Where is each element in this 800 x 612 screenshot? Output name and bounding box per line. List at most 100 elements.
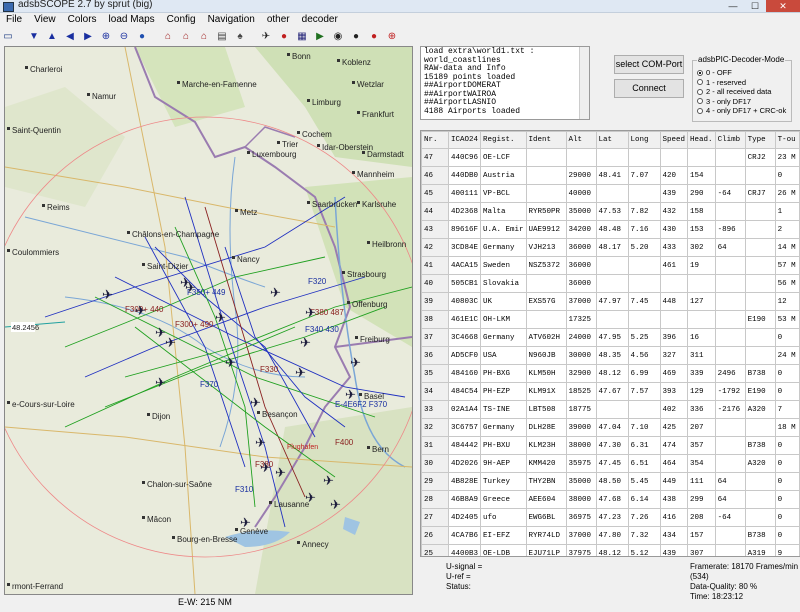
map-canvas[interactable]: Charleroi Koblenz Marche-en-Famenne Wetzlar… xyxy=(5,47,412,594)
table-row[interactable]: 28 46B8A9 Greece AEE604 38000 47.68 6.14 438 299… xyxy=(421,490,800,509)
table-row[interactable]: 29 4B828E Turkey THY2BN 35000 48.50 5.45 449 111… xyxy=(421,472,800,491)
aircraft-icon[interactable]: ✈ xyxy=(240,515,251,530)
column-header[interactable]: Ident xyxy=(525,131,567,149)
arrow-left-icon[interactable]: ◀ xyxy=(62,28,78,44)
aircraft-icon[interactable]: ✈ xyxy=(250,395,261,410)
circle-icon[interactable]: ● xyxy=(348,28,364,44)
globe-icon[interactable]: ● xyxy=(134,28,150,44)
table-row[interactable]: 40 505CB1 Slovakia 36000 56 M xyxy=(421,274,800,293)
aircraft-icon[interactable]: ✈ xyxy=(270,285,281,300)
aircraft-table[interactable]: Nr. ICAO24 Regist. Ident Alt Lat Long Speed Head… xyxy=(420,130,800,557)
filter-icon[interactable]: ◉ xyxy=(330,28,346,44)
airport-icon[interactable]: ⌂ xyxy=(160,28,176,44)
decoder-mode-option[interactable]: 0 - OFF xyxy=(697,68,786,78)
column-header[interactable]: Lat xyxy=(595,131,629,149)
close-button[interactable]: ✕ xyxy=(766,0,800,12)
arrow-up-icon[interactable]: ▼ xyxy=(26,28,42,44)
arrow-down-icon[interactable]: ▲ xyxy=(44,28,60,44)
table-row[interactable]: 33 02A1A4 TS-INE LBT508 18775 402 336 -2176 A320… xyxy=(421,400,800,419)
table-row[interactable]: 30 4D2026 9H-AEP KMM420 35975 47.45 6.51 464 354… xyxy=(421,454,800,473)
menu-navigation[interactable]: Navigation xyxy=(202,13,261,27)
menu-view[interactable]: View xyxy=(28,13,62,27)
table-row[interactable]: 34 484C54 PH-EZP KLM91X 18525 47.67 7.57 393 129… xyxy=(421,382,800,401)
column-header[interactable]: Climb xyxy=(714,131,746,149)
aircraft-icon[interactable]: ✈ xyxy=(258,28,274,44)
message-console[interactable]: load extra\world1.txt : world_coastlines… xyxy=(420,46,590,120)
zoom-out-icon[interactable]: ⊖ xyxy=(116,28,132,44)
menu-decoder[interactable]: decoder xyxy=(296,13,344,27)
column-header[interactable]: T-ou xyxy=(774,131,800,149)
maximize-button[interactable]: ☐ xyxy=(744,0,766,12)
record-2-icon[interactable]: ● xyxy=(366,28,382,44)
column-header[interactable]: Type xyxy=(744,131,776,149)
screen-icon[interactable]: ▭ xyxy=(0,28,16,44)
decoder-mode-option[interactable]: 3 - only DF17 xyxy=(697,97,786,107)
aircraft-icon[interactable]: ✈ xyxy=(345,387,356,402)
table-row[interactable]: 32 3C6757 Germany DLH28E 39000 47.04 7.10 425 20… xyxy=(421,418,800,437)
table-row[interactable]: 31 484442 PH-BXU KLM23H 38000 47.30 6.31 474 357… xyxy=(421,436,800,455)
table-row[interactable]: 25 4400B3 OE-LDB EJU71LP 37975 48.12 5.12 439 30… xyxy=(421,544,800,556)
radar-map[interactable]: Charleroi Koblenz Marche-en-Famenne Wetzlar… xyxy=(4,46,413,595)
menu-load-maps[interactable]: load Maps xyxy=(103,13,161,27)
aircraft-icon[interactable]: ✈ xyxy=(260,460,271,475)
select-com-port-button[interactable]: select COM-Port xyxy=(614,55,684,74)
airport-3-icon[interactable]: ⌂ xyxy=(196,28,212,44)
console-scrollbar[interactable] xyxy=(579,47,589,119)
column-header[interactable]: Speed xyxy=(659,131,689,149)
airport-2-icon[interactable]: ⌂ xyxy=(178,28,194,44)
table-row[interactable]: 26 4CA7B6 EI-EFZ RYR74LD 37000 47.80 7.32 434 15… xyxy=(421,526,800,545)
table-row[interactable]: 35 484160 PH-BXG KLM50H 32900 48.12 6.99 469 339… xyxy=(421,364,800,383)
table-row[interactable]: 44 4D2368 Malta RYR50PR 35000 47.53 7.82 432 158… xyxy=(421,202,800,221)
column-header[interactable]: Alt xyxy=(565,131,597,149)
table-row[interactable]: 42 3CD84E Germany VJH213 36000 48.17 5.20 433 30… xyxy=(421,238,800,257)
aircraft-icon[interactable]: ✈ xyxy=(102,287,113,302)
table-row[interactable]: 47 440C96 OE-LCF CRJ2 23 M xyxy=(421,148,800,167)
aircraft-icon[interactable]: ✈ xyxy=(305,305,316,320)
column-header[interactable]: Long xyxy=(627,131,661,149)
minimize-button[interactable]: — xyxy=(722,0,744,12)
play-icon[interactable]: ▶ xyxy=(312,28,328,44)
table-row[interactable]: 41 4ACA15 Sweden NSZ5372 36000 461 19 57 M xyxy=(421,256,800,275)
aircraft-icon[interactable]: ✈ xyxy=(300,335,311,350)
target-icon[interactable]: ⊕ xyxy=(384,28,400,44)
aircraft-icon[interactable]: ✈ xyxy=(350,355,361,370)
record-icon[interactable]: ● xyxy=(276,28,292,44)
table-row[interactable]: 36 AD5CF0 USA N960JB 30000 48.35 4.56 327 311 24 … xyxy=(421,346,800,365)
aircraft-icon[interactable]: ✈ xyxy=(185,280,196,295)
column-header[interactable]: ICAO24 xyxy=(447,131,482,149)
connect-button[interactable]: Connect xyxy=(614,79,684,98)
table-row[interactable]: 39 40803C UK EXS57G 37000 47.97 7.45 448 127 12 xyxy=(421,292,800,311)
arrow-right-icon[interactable]: ▶ xyxy=(80,28,96,44)
aircraft-icon[interactable]: ✈ xyxy=(275,465,286,480)
menu-other[interactable]: other xyxy=(261,13,296,27)
document-icon[interactable]: ▤ xyxy=(214,28,230,44)
table-row[interactable]: 37 3C4668 Germany ATV602H 24000 47.95 5.25 396 1… xyxy=(421,328,800,347)
aircraft-icon[interactable]: ✈ xyxy=(165,335,176,350)
menu-colors[interactable]: Colors xyxy=(62,13,103,27)
aircraft-icon[interactable]: ✈ xyxy=(255,435,266,450)
zoom-in-icon[interactable]: ⊕ xyxy=(98,28,114,44)
column-header[interactable]: Regist. xyxy=(480,131,527,149)
aircraft-icon[interactable]: ✈ xyxy=(323,473,334,488)
column-header[interactable]: Nr. xyxy=(421,131,449,149)
column-header[interactable]: Head. xyxy=(687,131,716,149)
decoder-mode-option[interactable]: 4 - only DF17 + CRC-ok xyxy=(697,106,786,116)
menu-config[interactable]: Config xyxy=(161,13,202,27)
menu-file[interactable]: File xyxy=(0,13,28,27)
table-row[interactable]: 38 461E1C OH-LKM 17325 E190 53 M xyxy=(421,310,800,329)
aircraft-icon[interactable]: ✈ xyxy=(155,375,166,390)
table-row[interactable]: 27 4D2405 ufo EWG6BL 36975 47.23 7.26 416 208 -64… xyxy=(421,508,800,527)
table-row[interactable]: 46 440DB0 Austria 29000 48.41 7.07 420 154 0 xyxy=(421,166,800,185)
aircraft-icon[interactable]: ✈ xyxy=(135,303,146,318)
aircraft-icon[interactable]: ✈ xyxy=(215,310,226,325)
table-row[interactable]: 43 89616F U.A. Emir UAE9912 34200 48.48 7.16 43… xyxy=(421,220,800,239)
table-row[interactable]: 45 400111 VP-BCL 40000 439 290 -64 CRJ7 26 M xyxy=(421,184,800,203)
aircraft-icon[interactable]: ✈ xyxy=(225,355,236,370)
aircraft-icon[interactable]: ✈ xyxy=(305,490,316,505)
decoder-mode-option[interactable]: 2 - all received data xyxy=(697,87,786,97)
aircraft-icon[interactable]: ✈ xyxy=(330,497,341,512)
grid-icon[interactable]: ▦ xyxy=(294,28,310,44)
lamp-icon[interactable]: ♠ xyxy=(232,28,248,44)
aircraft-icon[interactable]: ✈ xyxy=(295,365,306,380)
decoder-mode-option[interactable]: 1 - reserved xyxy=(697,78,786,88)
